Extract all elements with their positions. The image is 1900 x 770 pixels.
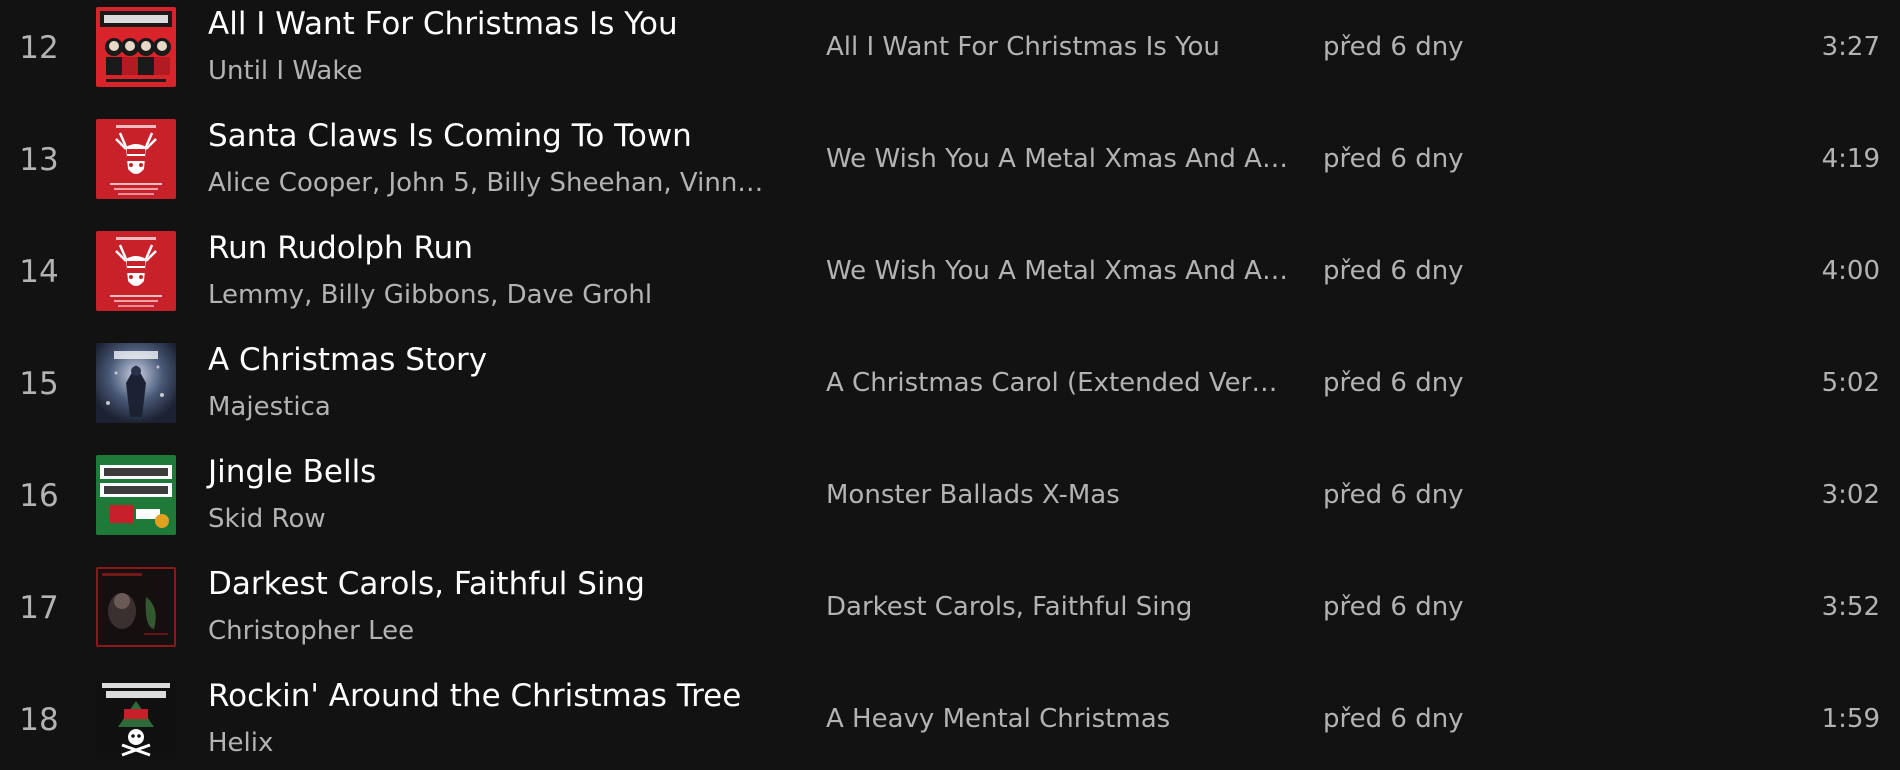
track-title[interactable]: Jingle Bells <box>208 452 808 492</box>
track-row[interactable]: 12 All I Want For Christmas Is You Until… <box>0 0 1900 112</box>
track-row[interactable]: 15 A Christmas Story Majestica A Christm… <box>0 336 1900 448</box>
track-duration: 3:52 <box>1821 592 1880 622</box>
track-number: 13 <box>19 142 59 178</box>
track-album[interactable]: Darkest Carols, Faithful Sing <box>826 590 1290 624</box>
track-artists[interactable]: Alice Cooper, John 5, Billy Sheehan, Vin… <box>208 166 778 200</box>
monster-ballads-cover-icon <box>96 455 176 535</box>
track-album[interactable]: We Wish You A Metal Xmas And A Headbangi… <box>826 142 1290 176</box>
track-duration: 5:02 <box>1821 368 1880 398</box>
date-added: před 6 dny <box>1323 368 1464 398</box>
heavy-mental-christmas-cover-icon <box>96 679 176 759</box>
track-title[interactable]: A Christmas Story <box>208 340 808 380</box>
track-title[interactable]: All I Want For Christmas Is You <box>208 4 808 44</box>
track-artists[interactable]: Lemmy, Billy Gibbons, Dave Grohl <box>208 278 778 312</box>
date-added: před 6 dny <box>1323 592 1464 622</box>
track-row[interactable]: 13 Santa Claws Is Coming To Town Alice C… <box>0 112 1900 224</box>
track-row[interactable]: 18 Rockin' Around the Christmas Tree Hel… <box>0 672 1900 770</box>
track-number: 14 <box>19 254 59 290</box>
track-album[interactable]: All I Want For Christmas Is You <box>826 30 1290 64</box>
date-added: před 6 dny <box>1323 256 1464 286</box>
metal-xmas-cover-icon <box>96 119 176 199</box>
track-duration: 3:02 <box>1821 480 1880 510</box>
track-title[interactable]: Run Rudolph Run <box>208 228 808 268</box>
track-duration: 3:27 <box>1821 32 1880 62</box>
track-artists[interactable]: Christopher Lee <box>208 614 778 648</box>
track-duration: 1:59 <box>1821 704 1880 734</box>
track-album[interactable]: Monster Ballads X-Mas <box>826 478 1290 512</box>
track-artists[interactable]: Skid Row <box>208 502 778 536</box>
track-number: 15 <box>19 366 59 402</box>
track-title[interactable]: Rockin' Around the Christmas Tree <box>208 676 808 716</box>
tracklist: 12 All I Want For Christmas Is You Until… <box>0 0 1900 770</box>
track-album[interactable]: We Wish You A Metal Xmas And A Headbangi… <box>826 254 1290 288</box>
track-duration: 4:00 <box>1821 256 1880 286</box>
track-artists[interactable]: Majestica <box>208 390 778 424</box>
date-added: před 6 dny <box>1323 704 1464 734</box>
track-number: 17 <box>19 590 59 626</box>
track-row[interactable]: 14 Run Rudolph Run Lemmy, Billy Gibbons,… <box>0 224 1900 336</box>
date-added: před 6 dny <box>1323 144 1464 174</box>
track-title[interactable]: Darkest Carols, Faithful Sing <box>208 564 808 604</box>
track-title[interactable]: Santa Claws Is Coming To Town <box>208 116 808 156</box>
track-artists[interactable]: Until I Wake <box>208 54 778 88</box>
track-number: 16 <box>19 478 59 514</box>
track-duration: 4:19 <box>1821 144 1880 174</box>
until-i-wake-cover-icon <box>96 7 176 87</box>
track-album[interactable]: A Christmas Carol (Extended Version) <box>826 366 1290 400</box>
track-number: 18 <box>19 702 59 738</box>
track-row[interactable]: 16 Jingle Bells Skid Row Monster Ballads… <box>0 448 1900 560</box>
track-number: 12 <box>19 30 59 66</box>
metal-xmas-cover-icon <box>96 231 176 311</box>
date-added: před 6 dny <box>1323 480 1464 510</box>
track-row[interactable]: 17 Darkest Carols, Faithful Sing Christo… <box>0 560 1900 672</box>
majestica-cover-icon <box>96 343 176 423</box>
track-album[interactable]: A Heavy Mental Christmas <box>826 702 1290 736</box>
track-artists[interactable]: Helix <box>208 726 778 760</box>
christopher-lee-cover-icon <box>96 567 176 647</box>
date-added: před 6 dny <box>1323 32 1464 62</box>
